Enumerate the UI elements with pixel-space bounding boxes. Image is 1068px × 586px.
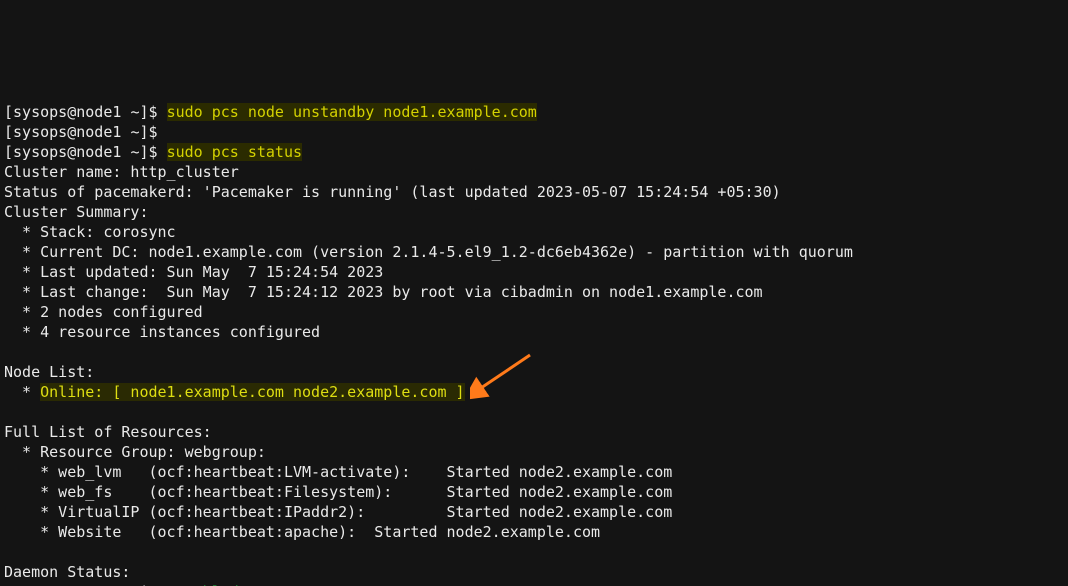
out-stack: * Stack: corosync (4, 223, 176, 241)
out-online-line: * Online: [ node1.example.com node2.exam… (4, 383, 465, 401)
prompt-line-2: [sysops@node1 ~]$ (4, 123, 158, 141)
out-last-change: * Last change: Sun May 7 15:24:12 2023 b… (4, 283, 763, 301)
out-reslist-hdr: Full List of Resources: (4, 423, 212, 441)
out-web-fs: * web_fs (ocf:heartbeat:Filesystem): Sta… (4, 483, 672, 501)
out-cluster-name: Cluster name: http_cluster (4, 163, 239, 181)
out-vip: * VirtualIP (ocf:heartbeat:IPaddr2): Sta… (4, 503, 672, 521)
out-nodes-cfg: * 2 nodes configured (4, 303, 203, 321)
cmd-unstandby: sudo pcs node unstandby node1.example.co… (167, 103, 537, 121)
prompt-line-1: [sysops@node1 ~]$ sudo pcs node unstandb… (4, 103, 537, 121)
out-last-updated: * Last updated: Sun May 7 15:24:54 2023 (4, 263, 383, 281)
out-website: * Website (ocf:heartbeat:apache): Starte… (4, 523, 600, 541)
out-nodelist-hdr: Node List: (4, 363, 94, 381)
online-nodes: Online: [ node1.example.com node2.exampl… (40, 383, 464, 401)
out-resgroup: * Resource Group: webgroup: (4, 443, 266, 461)
out-summary-hdr: Cluster Summary: (4, 203, 149, 221)
out-web-lvm: * web_lvm (ocf:heartbeat:LVM-activate): … (4, 463, 672, 481)
out-res-cfg: * 4 resource instances configured (4, 323, 320, 341)
out-pacemakerd: Status of pacemakerd: 'Pacemaker is runn… (4, 183, 781, 201)
prompt-line-3: [sysops@node1 ~]$ sudo pcs status (4, 143, 302, 161)
cmd-status: sudo pcs status (167, 143, 302, 161)
out-corosync: corosync: active/enabled (4, 583, 239, 586)
out-dc: * Current DC: node1.example.com (version… (4, 243, 853, 261)
corosync-state: enabled (176, 583, 239, 586)
terminal[interactable]: [sysops@node1 ~]$ sudo pcs node unstandb… (0, 100, 1068, 586)
annotation-arrow-icon (470, 350, 540, 400)
